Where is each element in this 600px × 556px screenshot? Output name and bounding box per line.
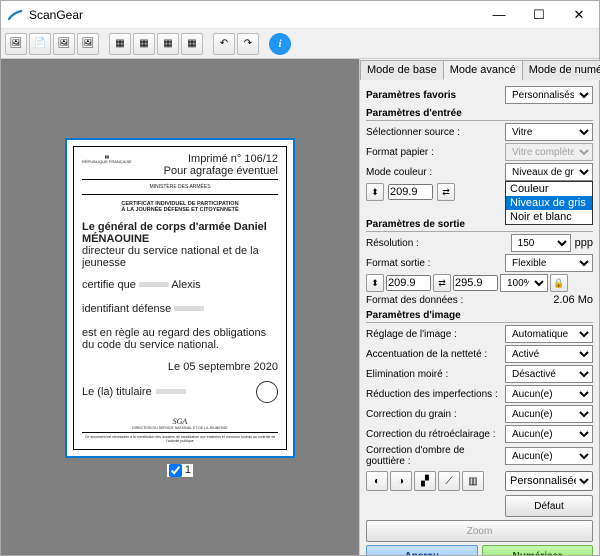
gutter-select[interactable]: Aucun(e)	[505, 447, 593, 465]
moire-select[interactable]: Désactivé	[505, 365, 593, 383]
color-option-color[interactable]: Couleur	[506, 182, 592, 196]
data-size: 2.06 Mo	[553, 294, 593, 306]
crop-clear-icon[interactable]: ▦	[181, 33, 203, 55]
paper-select[interactable]: Vitre complète	[505, 143, 593, 161]
scanned-document: ▮▮RÉPUBLIQUE FRANÇAISEImprimé n° 106/12P…	[73, 146, 287, 450]
app-window: ScanGear — ☐ ✕ 🖼 📄 🖼 🖼 ▦ ▦ ▦ ▦ ↶ ↷ i ▮▮R…	[0, 0, 600, 556]
titlebar: ScanGear — ☐ ✕	[1, 1, 599, 29]
preview-area: ▮▮RÉPUBLIQUE FRANÇAISEImprimé n° 106/12P…	[1, 59, 359, 555]
tab-advanced[interactable]: Mode avancé	[443, 60, 523, 80]
source-select[interactable]: Vitre	[505, 123, 593, 141]
mode-tabs: Mode de base Mode avancé Mode de numéris…	[360, 59, 599, 80]
adjust-toolbar: ◐ ◑ ▞ ⟋ ▥ Personnalisée	[366, 471, 593, 491]
favorites-select[interactable]: Personnalisés	[505, 86, 593, 104]
color-mode-select[interactable]: Niveaux de gris	[505, 163, 593, 181]
maximize-button[interactable]: ☐	[519, 1, 559, 29]
sharpen-select[interactable]: Activé	[505, 345, 593, 363]
histogram-icon[interactable]: ▞	[414, 471, 436, 491]
output-height[interactable]	[453, 275, 498, 291]
thumb-doc-icon[interactable]: 📄	[29, 33, 51, 55]
toolbar: 🖼 📄 🖼 🖼 ▦ ▦ ▦ ▦ ↶ ↷ i	[1, 29, 599, 59]
thumb-color-icon[interactable]: 🖼	[53, 33, 75, 55]
dust-select[interactable]: Aucun(e)	[505, 385, 593, 403]
backlight-select[interactable]: Aucun(e)	[505, 425, 593, 443]
info-icon[interactable]: i	[269, 33, 291, 55]
color-option-gray[interactable]: Niveaux de gris	[506, 196, 592, 210]
input-section: Paramètres d'entrée	[366, 108, 593, 121]
page-selector[interactable]: 1	[167, 464, 193, 477]
thumb-photo-icon[interactable]: 🖼	[5, 33, 27, 55]
link-out-icon[interactable]: ⇄	[433, 274, 451, 292]
adjust-preset-select[interactable]: Personnalisée	[505, 471, 593, 491]
scan-button[interactable]: Numériser	[482, 545, 594, 555]
link-icon[interactable]: ⇄	[437, 183, 455, 201]
app-icon	[7, 7, 23, 23]
grain-select[interactable]: Aucun(e)	[505, 405, 593, 423]
crop-full-icon[interactable]: ▦	[109, 33, 131, 55]
orient-out-icon[interactable]: ⬍	[366, 274, 384, 292]
rotate-right-icon[interactable]: ↷	[237, 33, 259, 55]
minimize-button[interactable]: —	[479, 1, 519, 29]
rotate-left-icon[interactable]: ↶	[213, 33, 235, 55]
scale-select[interactable]: 100%	[500, 274, 548, 292]
resolution-select[interactable]: 150	[511, 234, 571, 252]
output-width[interactable]	[386, 275, 431, 291]
thumb-landscape-icon[interactable]: 🖼	[77, 33, 99, 55]
color-mode-dropdown: Couleur Niveaux de gris Noir et blanc	[505, 181, 593, 225]
lock-icon[interactable]: 🔒	[550, 274, 568, 292]
output-format-select[interactable]: Flexible	[505, 254, 593, 272]
crop-auto-icon[interactable]: ▦	[133, 33, 155, 55]
preview-button[interactable]: Aperçu	[366, 545, 478, 555]
levels-icon[interactable]: ▥	[462, 471, 484, 491]
orientation-icon[interactable]: ⬍	[366, 183, 384, 201]
window-title: ScanGear	[29, 8, 479, 22]
close-button[interactable]: ✕	[559, 1, 599, 29]
contrast-icon[interactable]: ◑	[390, 471, 412, 491]
preview-page[interactable]: ▮▮RÉPUBLIQUE FRANÇAISEImprimé n° 106/12P…	[65, 138, 295, 458]
input-width[interactable]	[388, 184, 433, 200]
tab-auto[interactable]: Mode de numérisation automatique	[522, 60, 600, 80]
tab-basic[interactable]: Mode de base	[360, 60, 444, 80]
color-option-bw[interactable]: Noir et blanc	[506, 210, 592, 224]
zoom-button[interactable]: Zoom	[366, 520, 593, 542]
default-button[interactable]: Défaut	[505, 495, 593, 517]
side-panel: Mode de base Mode avancé Mode de numéris…	[359, 59, 599, 555]
curve-icon[interactable]: ⟋	[438, 471, 460, 491]
crop-remove-icon[interactable]: ▦	[157, 33, 179, 55]
brightness-icon[interactable]: ◐	[366, 471, 388, 491]
image-section: Paramètres d'image	[366, 310, 593, 323]
image-adjust-select[interactable]: Automatique	[505, 325, 593, 343]
favorites-label: Paramètres favoris	[366, 90, 501, 101]
